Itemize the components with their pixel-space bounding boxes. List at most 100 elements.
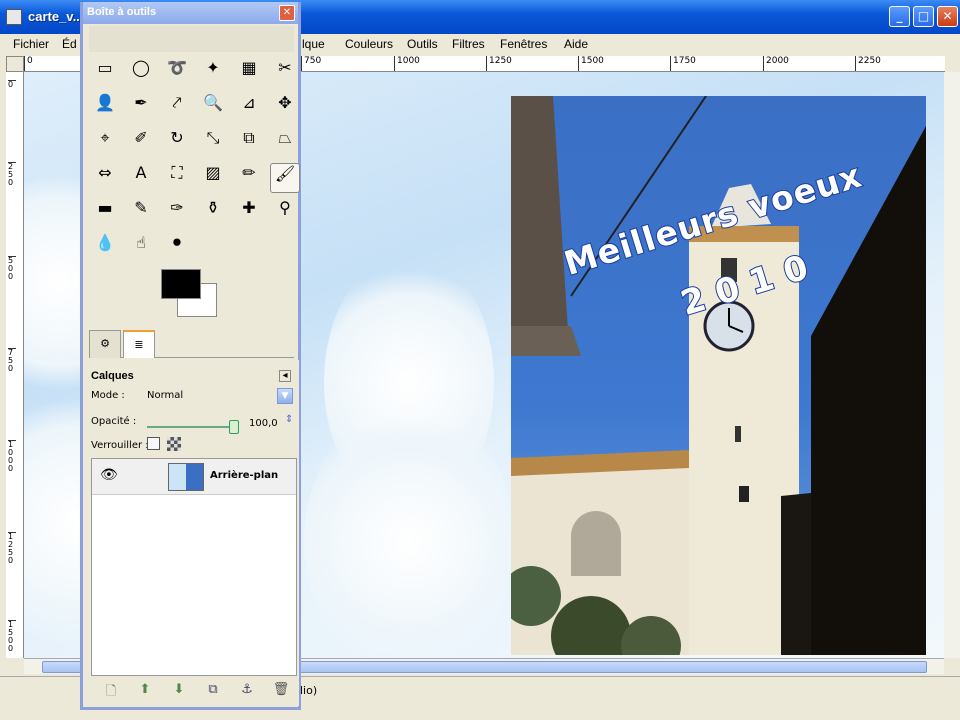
slider-knob[interactable] (229, 420, 239, 434)
paintbrush-icon[interactable]: 🖌 (270, 163, 300, 193)
gimp-app-icon (6, 9, 22, 25)
ink-icon[interactable]: ✑ (162, 198, 192, 228)
menu-outils[interactable]: Outils (407, 37, 438, 51)
lower-layer-icon[interactable]: ⬇ (169, 682, 189, 700)
zoom-icon[interactable]: 🔍 (198, 93, 228, 123)
rect-select-icon[interactable]: ▭ (90, 58, 120, 88)
close-button[interactable]: ✕ (937, 6, 958, 27)
foreground-select-icon[interactable]: 👤 (90, 93, 120, 123)
perspective-clone-icon[interactable]: ⚲ (270, 198, 300, 228)
pencil-icon[interactable]: ✏ (234, 163, 264, 193)
move-icon[interactable]: ✥ (270, 93, 300, 123)
color-select-icon[interactable]: ▦ (234, 58, 264, 88)
menu-filtres[interactable]: Filtres (452, 37, 485, 51)
shear-icon[interactable]: ⧉ (234, 128, 264, 158)
toolbox-title-bar[interactable]: Boîte à outils ✕ (83, 2, 298, 24)
align-icon[interactable]: ⌖ (90, 128, 120, 158)
paths-icon[interactable]: ✒ (126, 93, 156, 123)
vertical-ruler[interactable]: 0 250 500 750 1000 1250 1500 (6, 72, 24, 658)
layers-icon: ≣ (134, 338, 144, 351)
ruler-tick: 750 (8, 348, 16, 373)
maximize-button[interactable]: □ (913, 6, 934, 27)
duplicate-layer-icon[interactable]: ⧉ (203, 682, 223, 700)
toolbox-close-button[interactable]: ✕ (279, 5, 295, 21)
lock-alpha-checkbox[interactable] (167, 437, 181, 451)
flip-icon[interactable]: ⇔ (90, 163, 120, 193)
toolbox-title: Boîte à outils (87, 6, 157, 18)
color-picker-icon[interactable]: ⤤ (162, 93, 192, 123)
layer-buttons: 🗋 ⬆ ⬇ ⧉ ⚓ 🗑 (91, 678, 297, 702)
anchor-layer-icon[interactable]: ⚓ (237, 682, 257, 700)
scissors-icon[interactable]: ✂ (270, 58, 300, 88)
minimize-button[interactable]: _ (889, 6, 910, 27)
panel-menu-icon[interactable]: ◂ (279, 370, 291, 382)
quick-mask-toggle[interactable] (6, 56, 24, 72)
opacity-slider[interactable] (147, 420, 239, 434)
dark-building (811, 126, 926, 655)
vertical-scrollbar[interactable] (944, 72, 960, 658)
ruler-tick: 750 (301, 56, 321, 71)
chevron-down-icon: ▼ (277, 388, 293, 404)
ruler-tick: 1500 (8, 620, 16, 653)
foreground-color-swatch[interactable] (161, 269, 201, 299)
eye-icon[interactable]: 👁 (100, 467, 118, 483)
rotate-icon[interactable]: ↻ (162, 128, 192, 158)
scale-icon[interactable]: ⤡ (198, 128, 228, 158)
ruler-tick: 2250 (855, 56, 881, 71)
tool-options-icon: ⚙ (100, 337, 110, 350)
color-area (161, 269, 231, 325)
layer-row[interactable]: 👁 Arrière-plan (92, 459, 296, 495)
menu-aide[interactable]: Aide (564, 37, 588, 51)
menu-calque[interactable]: lque (302, 37, 325, 51)
tree-branch (511, 326, 581, 356)
arched-window (571, 511, 621, 576)
menu-fichier[interactable]: Fichier (13, 37, 49, 51)
ruler-tick: 0 (24, 56, 33, 71)
raise-layer-icon[interactable]: ⬆ (135, 682, 155, 700)
lock-pixels-checkbox[interactable] (147, 437, 160, 450)
clone-icon[interactable]: ⚱ (198, 198, 228, 228)
mode-value: Normal (147, 390, 184, 401)
ellipse-select-icon[interactable]: ◯ (126, 58, 156, 88)
tower-slit (739, 486, 749, 502)
dodge-burn-icon[interactable]: ⚫ (162, 233, 192, 263)
ruler-tick: 1250 (8, 532, 16, 565)
menu-couleurs[interactable]: Couleurs (345, 37, 393, 51)
church-photo: Meilleurs voeux 2010 (511, 96, 926, 655)
ruler-tick: 1750 (670, 56, 696, 71)
text-icon[interactable]: A (126, 163, 156, 193)
layer-name[interactable]: Arrière-plan (210, 470, 278, 481)
ruler-tick: 1250 (486, 56, 512, 71)
layer-list[interactable]: 👁 Arrière-plan (91, 458, 297, 676)
bucket-fill-icon[interactable]: ⛶ (162, 163, 192, 193)
mode-label: Mode : (91, 390, 125, 401)
spin-arrows-icon[interactable]: ⇕ (285, 414, 293, 425)
church-photo-drawing (511, 96, 926, 655)
delete-layer-icon[interactable]: 🗑 (271, 682, 291, 700)
tab-tool-options[interactable]: ⚙ (89, 330, 121, 358)
perspective-icon[interactable]: ⏢ (270, 128, 300, 158)
layers-panel: Calques ◂ Mode : Normal ▼ Opacité : 100,… (87, 360, 299, 706)
blend-icon[interactable]: ▨ (198, 163, 228, 193)
menu-edition[interactable]: Éd (62, 37, 77, 51)
lock-label: Verrouiller : (91, 440, 149, 451)
airbrush-icon[interactable]: ✎ (126, 198, 156, 228)
crop-icon[interactable]: ✐ (126, 128, 156, 158)
tower-slit (735, 426, 741, 442)
free-select-icon[interactable]: ➰ (162, 58, 192, 88)
eraser-icon[interactable]: ▬ (90, 198, 120, 228)
opacity-value[interactable]: 100,0 (249, 418, 278, 429)
ruler-tick: 0 (8, 80, 16, 89)
layer-thumbnail (168, 463, 204, 491)
tree-trunk (511, 96, 569, 346)
ruler-tick: 1000 (394, 56, 420, 71)
smudge-icon[interactable]: ☝ (126, 233, 156, 263)
menu-fenetres[interactable]: Fenêtres (500, 37, 547, 51)
new-layer-icon[interactable]: 🗋 (101, 682, 121, 700)
tab-layers[interactable]: ≣ (123, 330, 155, 358)
blur-icon[interactable]: 💧 (90, 233, 120, 263)
mode-select[interactable]: Normal ▼ (145, 388, 293, 404)
heal-icon[interactable]: ✚ (234, 198, 264, 228)
fuzzy-select-icon[interactable]: ✦ (198, 58, 228, 88)
measure-icon[interactable]: ⊿ (234, 93, 264, 123)
